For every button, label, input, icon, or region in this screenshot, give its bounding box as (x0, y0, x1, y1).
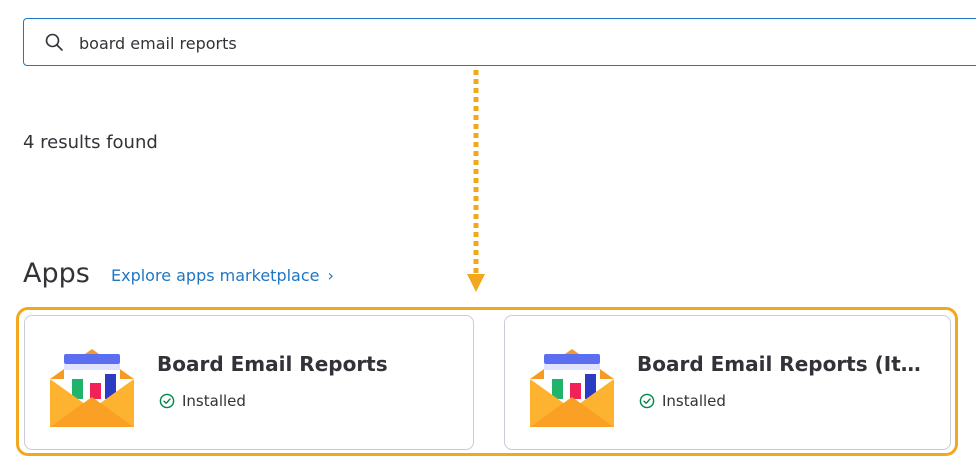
search-bar[interactable] (23, 18, 976, 66)
explore-apps-marketplace-link[interactable]: Explore apps marketplace › (111, 266, 334, 285)
search-input[interactable] (79, 31, 939, 55)
results-count: 4 results found (23, 132, 158, 153)
app-name: Board Email Reports (157, 352, 388, 376)
status-label: Installed (182, 392, 246, 410)
app-status: Installed (159, 392, 246, 410)
envelope-report-icon (50, 349, 134, 427)
chevron-right-icon: › (327, 266, 334, 285)
app-card[interactable]: Board Email Reports (Item View) Installe… (504, 315, 951, 450)
app-card[interactable]: Board Email Reports Installed (24, 315, 474, 450)
status-label: Installed (662, 392, 726, 410)
check-circle-icon (159, 393, 175, 409)
explore-link-label: Explore apps marketplace (111, 266, 320, 285)
check-circle-icon (639, 393, 655, 409)
app-name: Board Email Reports (Item View) (637, 352, 931, 376)
search-icon (45, 33, 63, 51)
envelope-report-icon (530, 349, 614, 427)
dotted-arrow-down-icon (467, 70, 485, 292)
app-status: Installed (639, 392, 726, 410)
apps-section-title: Apps (23, 258, 90, 289)
